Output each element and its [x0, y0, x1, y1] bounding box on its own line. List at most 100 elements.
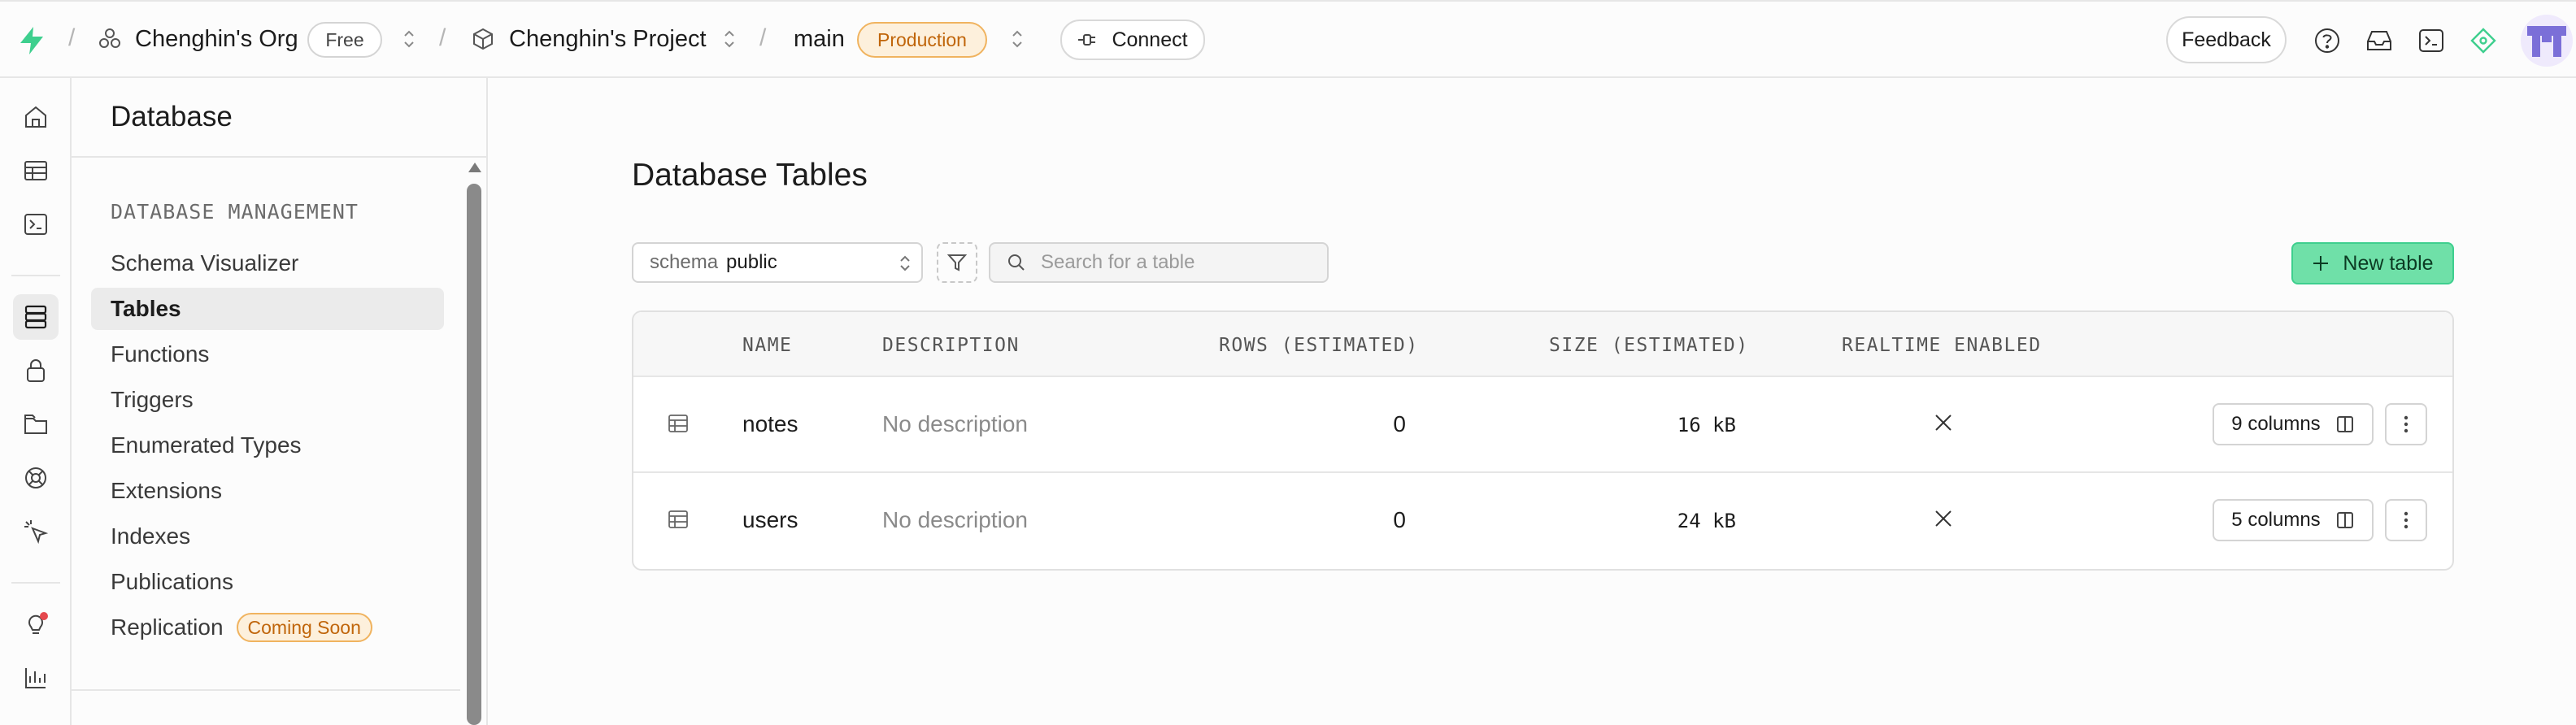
sidebar-item-tables[interactable]: Tables	[91, 288, 444, 330]
table-grid-icon	[668, 509, 689, 530]
sidebar-item-enumerated-types[interactable]: Enumerated Types	[91, 424, 444, 467]
breadcrumb-separator: /	[68, 24, 76, 51]
database-sidebar: Database DATABASE MANAGEMENT Schema Visu…	[72, 78, 488, 725]
realtime-icon[interactable]	[13, 455, 59, 501]
connect-label: Connect	[1112, 28, 1188, 51]
plug-icon	[1077, 32, 1100, 48]
avatar[interactable]	[2521, 15, 2573, 67]
reports-icon[interactable]	[13, 655, 59, 701]
sql-editor-icon[interactable]	[13, 202, 59, 247]
columns-icon	[2335, 510, 2355, 530]
columns-icon	[2335, 415, 2355, 434]
table-name[interactable]: notes	[742, 411, 798, 437]
sidebar-title: Database	[111, 101, 233, 132]
table-row[interactable]: users No description 0 24 kB 5 columns	[633, 475, 2452, 569]
table-row[interactable]: notes No description 0 16 kB 9 columns	[633, 377, 2452, 473]
table-description: No description	[882, 411, 1028, 436]
rail-divider	[11, 582, 60, 584]
plan-badge: Free	[307, 22, 382, 58]
sidebar-section-label: DATABASE MANAGEMENT	[111, 200, 359, 224]
column-header-size: SIZE (ESTIMATED)	[1549, 335, 1749, 356]
row-actions-button[interactable]	[2385, 499, 2427, 541]
column-header-realtime: REALTIME ENABLED	[1842, 335, 2042, 356]
org-icon	[98, 26, 122, 50]
realtime-disabled-x-icon	[1933, 508, 1954, 529]
sidebar-item-replication[interactable]: Replication Coming Soon	[91, 606, 444, 649]
scroll-up-arrow-icon[interactable]	[468, 163, 481, 172]
supabase-logo-icon[interactable]	[18, 26, 46, 55]
new-table-button[interactable]: New table	[2291, 242, 2454, 284]
sidebar-divider	[72, 156, 486, 158]
table-search[interactable]	[989, 242, 1329, 283]
filter-button[interactable]	[937, 242, 977, 283]
sidebar-divider	[72, 689, 460, 691]
breadcrumb-separator: /	[439, 24, 446, 51]
auth-icon[interactable]	[13, 348, 59, 393]
terminal-icon[interactable]	[2410, 20, 2452, 62]
project-name[interactable]: Chenghin's Project	[509, 26, 707, 53]
new-table-label: New table	[2343, 251, 2434, 275]
schema-label: schema	[650, 251, 719, 273]
database-icon[interactable]	[13, 294, 59, 340]
home-icon[interactable]	[13, 94, 59, 140]
table-name[interactable]: users	[742, 507, 798, 533]
table-rows-estimated: 0	[1393, 507, 1406, 532]
coming-soon-badge: Coming Soon	[236, 613, 372, 642]
advisors-icon[interactable]	[13, 601, 59, 647]
storage-icon[interactable]	[13, 402, 59, 447]
help-icon[interactable]	[2306, 20, 2348, 62]
schema-selector[interactable]: schema public	[632, 242, 923, 283]
branch-switcher-chevron-icon[interactable]	[1010, 28, 1025, 50]
sidebar-item-indexes[interactable]: Indexes	[91, 515, 444, 558]
more-vertical-icon	[2404, 511, 2408, 529]
scrollbar-thumb[interactable]	[467, 184, 481, 725]
breadcrumb-separator: /	[759, 24, 767, 51]
more-vertical-icon	[2404, 415, 2408, 433]
feedback-button[interactable]: Feedback	[2166, 16, 2287, 63]
schema-value: public	[726, 251, 777, 273]
view-columns-button[interactable]: 9 columns	[2213, 403, 2374, 445]
search-icon	[1007, 253, 1026, 272]
realtime-disabled-x-icon	[1933, 412, 1954, 433]
branch-name[interactable]: main	[794, 26, 845, 53]
sidebar-item-label: Replication	[111, 614, 224, 640]
tables-list: NAME DESCRIPTION ROWS (ESTIMATED) SIZE (…	[632, 310, 2454, 571]
table-size-estimated: 24 kB	[1677, 510, 1736, 532]
connect-button[interactable]: Connect	[1060, 20, 1205, 60]
column-header-name: NAME	[742, 335, 793, 356]
table-rows-estimated: 0	[1393, 411, 1406, 436]
edge-functions-icon[interactable]	[13, 509, 59, 554]
sidebar-item-triggers[interactable]: Triggers	[91, 379, 444, 421]
sidebar-item-schema-visualizer[interactable]: Schema Visualizer	[91, 242, 444, 284]
left-nav-rail	[0, 78, 72, 725]
org-switcher-chevron-icon[interactable]	[402, 28, 416, 50]
row-actions-button[interactable]	[2385, 403, 2427, 445]
inbox-icon[interactable]	[2358, 20, 2400, 62]
columns-count-label: 5 columns	[2231, 509, 2321, 531]
page-title: Database Tables	[632, 158, 868, 193]
chevron-up-down-icon	[899, 254, 912, 273]
environment-badge: Production	[857, 22, 987, 58]
sidebar-item-functions[interactable]: Functions	[91, 333, 444, 376]
search-input[interactable]	[1041, 251, 1317, 274]
top-bar: / Chenghin's Org Free / Chenghin's Proje…	[0, 0, 2576, 78]
table-size-estimated: 16 kB	[1677, 414, 1736, 436]
view-columns-button[interactable]: 5 columns	[2213, 499, 2374, 541]
sidebar-scrollbar[interactable]	[467, 163, 481, 725]
table-description: No description	[882, 507, 1028, 532]
rail-divider	[11, 275, 60, 276]
sidebar-item-publications[interactable]: Publications	[91, 561, 444, 603]
column-header-description: DESCRIPTION	[882, 335, 1020, 356]
columns-count-label: 9 columns	[2231, 413, 2321, 435]
project-box-icon	[472, 28, 494, 50]
filter-icon	[946, 252, 968, 273]
table-grid-icon	[668, 413, 689, 434]
plus-icon	[2312, 254, 2330, 272]
table-header: NAME DESCRIPTION ROWS (ESTIMATED) SIZE (…	[633, 312, 2452, 377]
project-switcher-chevron-icon[interactable]	[722, 28, 737, 50]
sidebar-item-extensions[interactable]: Extensions	[91, 470, 444, 512]
table-editor-icon[interactable]	[13, 148, 59, 193]
column-header-rows: ROWS (ESTIMATED)	[1219, 335, 1419, 356]
org-name[interactable]: Chenghin's Org	[135, 26, 298, 53]
advisor-icon[interactable]	[2462, 20, 2504, 62]
